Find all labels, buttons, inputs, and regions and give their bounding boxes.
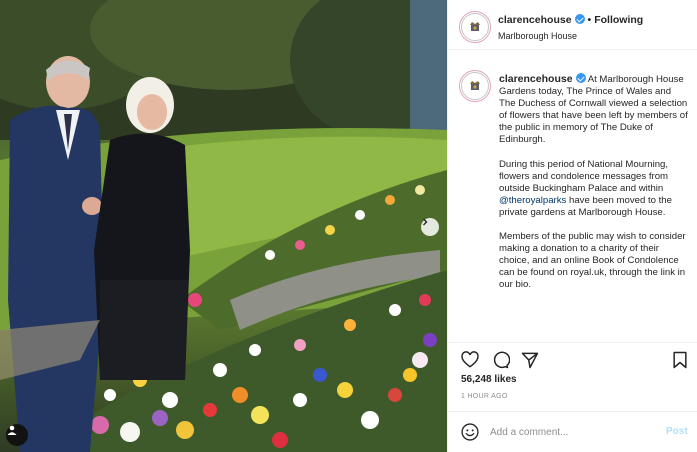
person-man (8, 56, 104, 452)
caption-paragraph: clarencehouse At Marlborough House Garde… (499, 73, 689, 147)
verified-badge-icon (574, 14, 585, 24)
header-account-line: clarencehouse • Following (498, 14, 643, 26)
verified-badge-icon (575, 73, 586, 83)
post-timestamp[interactable]: 1 HOUR AGO (461, 393, 508, 400)
royal-crest-icon (470, 81, 480, 90)
comment-bubble-icon[interactable] (490, 350, 510, 370)
caption-area: clarencehouse At Marlborough House Garde… (448, 51, 697, 341)
caption-paragraph: During this period of National Mourning,… (499, 159, 689, 219)
instagram-post: clarencehouse • Following Marlborough Hous… (0, 0, 697, 452)
comment-input[interactable] (490, 422, 660, 442)
photo-scene (0, 0, 447, 452)
post-header: clarencehouse • Following Marlborough Hous… (448, 0, 697, 50)
post-photo[interactable] (0, 0, 447, 452)
post-side-panel: clarencehouse • Following Marlborough Hous… (447, 0, 697, 452)
smiley-icon[interactable] (460, 422, 480, 442)
following-button[interactable]: Following (594, 14, 643, 26)
paper-plane-icon[interactable] (520, 350, 540, 370)
caption-avatar[interactable] (459, 70, 491, 102)
caption-paragraph: Members of the public may wish to consid… (499, 231, 689, 291)
royal-crest-icon (470, 22, 480, 31)
caption-text: clarencehouse At Marlborough House Garde… (499, 73, 689, 304)
mention-link[interactable]: @theroyalparks (499, 195, 566, 206)
heart-icon[interactable] (460, 350, 480, 370)
caption-username-link[interactable]: clarencehouse (499, 73, 573, 85)
comment-bar: Post (448, 411, 697, 452)
like-count[interactable]: 56,248 likes (461, 374, 517, 385)
avatar[interactable] (459, 11, 491, 43)
user-tag-button[interactable] (6, 424, 28, 446)
caption-paragraph-3: Members of the public may wish to consid… (499, 231, 686, 291)
post-comment-button[interactable]: Post (666, 426, 688, 437)
carousel-next-button[interactable] (421, 218, 439, 236)
user-tag-icon (7, 425, 17, 435)
username-link[interactable]: clarencehouse (498, 14, 572, 26)
separator-dot: • (587, 14, 592, 26)
location-link[interactable]: Marlborough House (498, 31, 577, 41)
chevron-right-icon (423, 218, 428, 226)
action-bar (448, 342, 697, 372)
caption-paragraph-2a: During this period of National Mourning,… (499, 158, 669, 194)
bookmark-icon[interactable] (670, 350, 690, 370)
